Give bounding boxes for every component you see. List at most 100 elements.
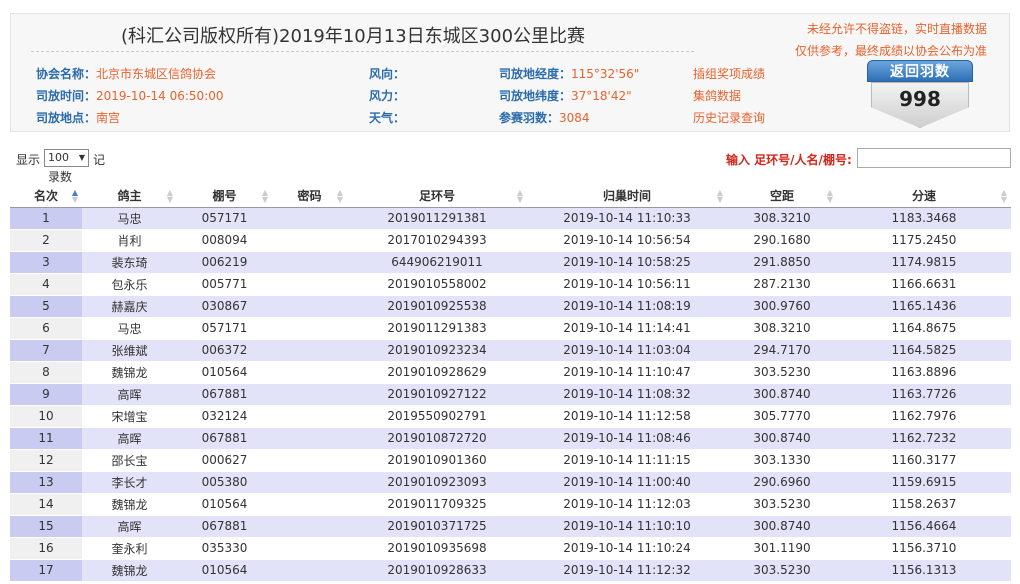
- cell-distance: 305.7770: [727, 405, 837, 428]
- cell-distance: 303.5230: [727, 493, 837, 516]
- cell-speed: 1162.7976: [837, 405, 1011, 428]
- cell-rank: 4: [10, 273, 82, 296]
- cell-password: [272, 383, 347, 406]
- longitude-info: 司放地经度：115°32'56": [499, 65, 639, 82]
- page-size-value: 100: [48, 151, 69, 164]
- cell-password: [272, 515, 347, 538]
- column-header-ring[interactable]: 足环号 ▲ ▼: [347, 185, 527, 208]
- search-input[interactable]: [857, 148, 1011, 168]
- wind-force-label: 风力：: [369, 89, 406, 103]
- cell-owner: 马忠: [82, 207, 177, 230]
- cell-arrival: 2019-10-14 11:12:03: [527, 493, 727, 516]
- results-table: 名次 ▲ ▼ 鸽主 ▲ ▼ 棚号 ▲ ▼ 密码 ▲ ▼ 足环号 ▲ ▼ 归巢时间 ▲ ▼ 空距 ▲ ▼ 分速 ▲ ▼ 1 马忠 0…: [10, 185, 1011, 582]
- entries-info: 参赛羽数：3084: [499, 109, 590, 126]
- column-header-distance[interactable]: 空距 ▲ ▼: [727, 185, 837, 208]
- cell-speed: 1183.3468: [837, 207, 1011, 230]
- page-size-select[interactable]: 100 ▼: [44, 149, 89, 167]
- table-row[interactable]: 13 李长才 005380 2019010923093 2019-10-14 11:00…: [10, 471, 1011, 494]
- cell-owner: 张维斌: [82, 339, 177, 362]
- column-header-label: 分速: [911, 189, 936, 204]
- table-row[interactable]: 8 魏锦龙 010564 2019010928629 2019-10-14 11:10:…: [10, 361, 1011, 384]
- cell-password: [272, 229, 347, 252]
- cell-ring: 2019010872720: [347, 427, 527, 450]
- cell-loft: 010564: [177, 559, 272, 582]
- table-row[interactable]: 16 奎永利 035330 2019010935698 2019-10-14 11:10…: [10, 537, 1011, 560]
- history-query-link[interactable]: 历史记录查询: [693, 109, 765, 126]
- cell-loft: 005380: [177, 471, 272, 494]
- cell-arrival: 2019-10-14 11:12:58: [527, 405, 727, 428]
- wind-direction-label: 风向：: [369, 67, 406, 81]
- cell-ring: 2019010371725: [347, 515, 527, 538]
- group-data-link[interactable]: 集鸽数据: [693, 87, 741, 104]
- show-label: 显示: [16, 153, 41, 167]
- cell-speed: 1156.3710: [837, 537, 1011, 560]
- cell-speed: 1156.1313: [837, 559, 1011, 582]
- cell-speed: 1163.7726: [837, 383, 1011, 406]
- cell-ring: 644906219011: [347, 251, 527, 274]
- cell-distance: 287.2130: [727, 273, 837, 296]
- table-row[interactable]: 6 马忠 057171 2019011291383 2019-10-14 11:14:4…: [10, 317, 1011, 340]
- cell-arrival: 2019-10-14 11:12:32: [527, 559, 727, 582]
- cell-loft: 005771: [177, 273, 272, 296]
- table-row[interactable]: 12 邵长宝 000627 2019010901360 2019-10-14 11:11…: [10, 449, 1011, 472]
- cell-speed: 1164.8675: [837, 317, 1011, 340]
- column-header-rank[interactable]: 名次 ▲ ▼: [10, 185, 82, 208]
- cell-speed: 1175.2450: [837, 229, 1011, 252]
- table-row[interactable]: 5 赫嘉庆 030867 2019010925538 2019-10-14 11:08:…: [10, 295, 1011, 318]
- cell-arrival: 2019-10-14 11:10:10: [527, 515, 727, 538]
- search-label: 输入 足环号/人名/棚号:: [726, 153, 852, 167]
- return-count-badge: 返回羽数 998: [867, 60, 973, 130]
- cell-owner: 马忠: [82, 317, 177, 340]
- notice-line-2: 仅供参考，最终成绩以协会公布为准: [794, 44, 987, 58]
- cell-distance: 301.1190: [727, 537, 837, 560]
- cell-speed: 1158.2637: [837, 493, 1011, 516]
- table-row[interactable]: 7 张维斌 006372 2019010923234 2019-10-14 11:03:…: [10, 339, 1011, 362]
- cell-ring: 2019010935698: [347, 537, 527, 560]
- cell-loft: 000627: [177, 449, 272, 472]
- cell-owner: 高晖: [82, 427, 177, 450]
- release-time-label: 司放时间：: [36, 89, 97, 103]
- cell-password: [272, 295, 347, 318]
- cell-speed: 1159.6915: [837, 471, 1011, 494]
- cell-password: [272, 493, 347, 516]
- cell-loft: 057171: [177, 207, 272, 230]
- cell-arrival: 2019-10-14 11:00:40: [527, 471, 727, 494]
- association-label: 协会名称：: [36, 67, 97, 81]
- table-row[interactable]: 2 肖利 008094 2017010294393 2019-10-14 10:56:5…: [10, 229, 1011, 252]
- column-header-loft[interactable]: 棚号 ▲ ▼: [177, 185, 272, 208]
- table-row[interactable]: 4 包永乐 005771 2019010558002 2019-10-14 10:56:…: [10, 273, 1011, 296]
- table-row[interactable]: 11 高晖 067881 2019010872720 2019-10-14 11:08:…: [10, 427, 1011, 450]
- column-header-password[interactable]: 密码 ▲ ▼: [272, 185, 347, 208]
- cell-loft: 030867: [177, 295, 272, 318]
- table-header-row: 名次 ▲ ▼ 鸽主 ▲ ▼ 棚号 ▲ ▼ 密码 ▲ ▼ 足环号 ▲ ▼ 归巢时间 ▲ ▼ 空距 ▲ ▼ 分速 ▲ ▼: [10, 185, 1011, 208]
- cell-password: [272, 361, 347, 384]
- table-row[interactable]: 10 宋增宝 032124 2019550902791 2019-10-14 11:12…: [10, 405, 1011, 428]
- table-row[interactable]: 17 魏锦龙 010564 2019010928633 2019-10-14 11:12…: [10, 559, 1011, 582]
- cell-arrival: 2019-10-14 10:56:11: [527, 273, 727, 296]
- table-row[interactable]: 14 魏锦龙 010564 2019011709325 2019-10-14 11:12…: [10, 493, 1011, 516]
- cell-ring: 2019011291381: [347, 207, 527, 230]
- cell-arrival: 2019-10-14 11:11:15: [527, 449, 727, 472]
- cell-loft: 008094: [177, 229, 272, 252]
- table-row[interactable]: 1 马忠 057171 2019011291381 2019-10-14 11:10:3…: [10, 207, 1011, 230]
- association-info: 协会名称：北京市东城区信鸽协会: [36, 65, 216, 82]
- title-divider: [31, 51, 694, 52]
- table-row[interactable]: 9 高晖 067881 2019010927122 2019-10-14 11:08:3…: [10, 383, 1011, 406]
- return-count-value: 998: [871, 82, 969, 128]
- column-header-label: 鸽主: [117, 189, 142, 204]
- column-header-owner[interactable]: 鸽主 ▲ ▼: [82, 185, 177, 208]
- cell-loft: 010564: [177, 493, 272, 516]
- records-label-2: 录数: [48, 170, 73, 184]
- cell-distance: 300.8740: [727, 383, 837, 406]
- notice-line-1: 未经允许不得盗链，实时直播数据: [806, 22, 987, 36]
- cell-owner: 魏锦龙: [82, 493, 177, 516]
- table-row[interactable]: 15 高晖 067881 2019010371725 2019-10-14 11:10:…: [10, 515, 1011, 538]
- cell-distance: 291.8850: [727, 251, 837, 274]
- latitude-info: 司放地纬度：37°18'42": [499, 87, 632, 104]
- prize-group-link[interactable]: 插组奖项成绩: [693, 65, 765, 82]
- column-header-speed[interactable]: 分速 ▲ ▼: [837, 185, 1011, 208]
- table-row[interactable]: 3 裴东琦 006219 644906219011 2019-10-14 10:58:2…: [10, 251, 1011, 274]
- cell-owner: 包永乐: [82, 273, 177, 296]
- cell-rank: 9: [10, 383, 82, 406]
- column-header-arrival[interactable]: 归巢时间 ▲ ▼: [527, 185, 727, 208]
